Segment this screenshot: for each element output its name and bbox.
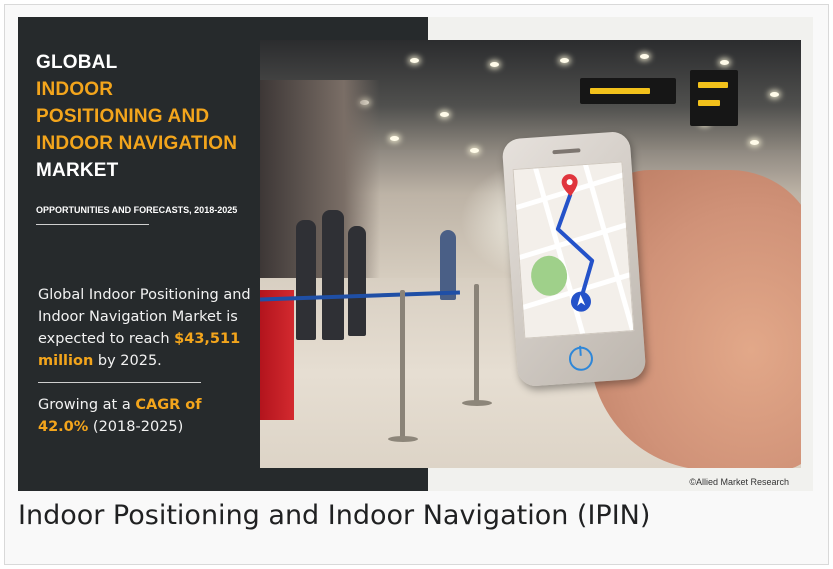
ceiling-light <box>410 58 419 63</box>
ceiling-light <box>490 62 499 67</box>
divider <box>38 382 201 383</box>
stat-line: expected to reach $43,511 <box>38 328 268 350</box>
heading-positioning: POSITIONING AND <box>36 106 210 127</box>
ceiling-light <box>750 140 759 145</box>
stat-line: Indoor Navigation Market is <box>38 309 238 325</box>
traveler <box>296 220 316 340</box>
stat-line: 42.0% (2018-2025) <box>38 416 268 438</box>
airport-photo <box>260 40 801 468</box>
stat-line: Growing at a CAGR of <box>38 394 268 416</box>
departure-sign <box>580 78 676 104</box>
smartphone <box>501 130 647 388</box>
cagr-label: CAGR of <box>135 397 202 413</box>
traveler <box>440 230 456 300</box>
stat-text-fragment: expected to reach <box>38 331 175 347</box>
traveler <box>348 226 366 336</box>
cagr-period: (2018-2025) <box>88 419 184 435</box>
stanchion-base <box>462 400 492 406</box>
indoor-map <box>512 161 635 339</box>
gate-sign <box>690 70 738 126</box>
phone-speaker <box>552 148 581 155</box>
ceiling-light <box>560 58 569 63</box>
market-value-unit: million <box>38 353 94 369</box>
divider <box>36 224 149 225</box>
market-value: $43,511 <box>174 331 241 347</box>
ceiling-light <box>770 92 779 97</box>
phone-screen <box>512 161 635 339</box>
ceiling-light <box>440 112 449 117</box>
cagr-value: 42.0% <box>38 419 89 435</box>
market-size-stat: Global Indoor Positioning and Indoor Nav… <box>38 284 268 372</box>
stat-line: million by 2025. <box>38 350 268 372</box>
stanchion <box>400 290 405 440</box>
stat-text-fragment: by 2025. <box>93 353 162 369</box>
ceiling-light <box>390 136 399 141</box>
stat-line: Global Indoor Positioning and <box>38 287 251 303</box>
traveler <box>322 210 344 340</box>
ceiling-light <box>640 54 649 59</box>
ceiling-light <box>470 148 479 153</box>
heading-indoor: INDOOR <box>36 79 114 100</box>
image-caption: Indoor Positioning and Indoor Navigation… <box>18 500 651 531</box>
stat-text-fragment: Growing at a <box>38 397 136 413</box>
stanchion <box>474 284 479 404</box>
copyright-notice: ©Allied Market Research <box>689 477 789 487</box>
subheading-forecast: OPPORTUNITIES AND FORECASTS, 2018-2025 <box>36 205 238 215</box>
heading-global: GLOBAL <box>36 52 118 73</box>
power-icon <box>568 345 594 372</box>
cagr-stat: Growing at a CAGR of 42.0% (2018-2025) <box>38 394 268 438</box>
infographic-image: GLOBAL INDOOR POSITIONING AND INDOOR NAV… <box>18 17 813 491</box>
heading-market: MARKET <box>36 160 119 181</box>
heading-navigation: INDOOR NAVIGATION <box>36 133 238 154</box>
stanchion-base <box>388 436 418 442</box>
ceiling-light <box>720 60 729 65</box>
